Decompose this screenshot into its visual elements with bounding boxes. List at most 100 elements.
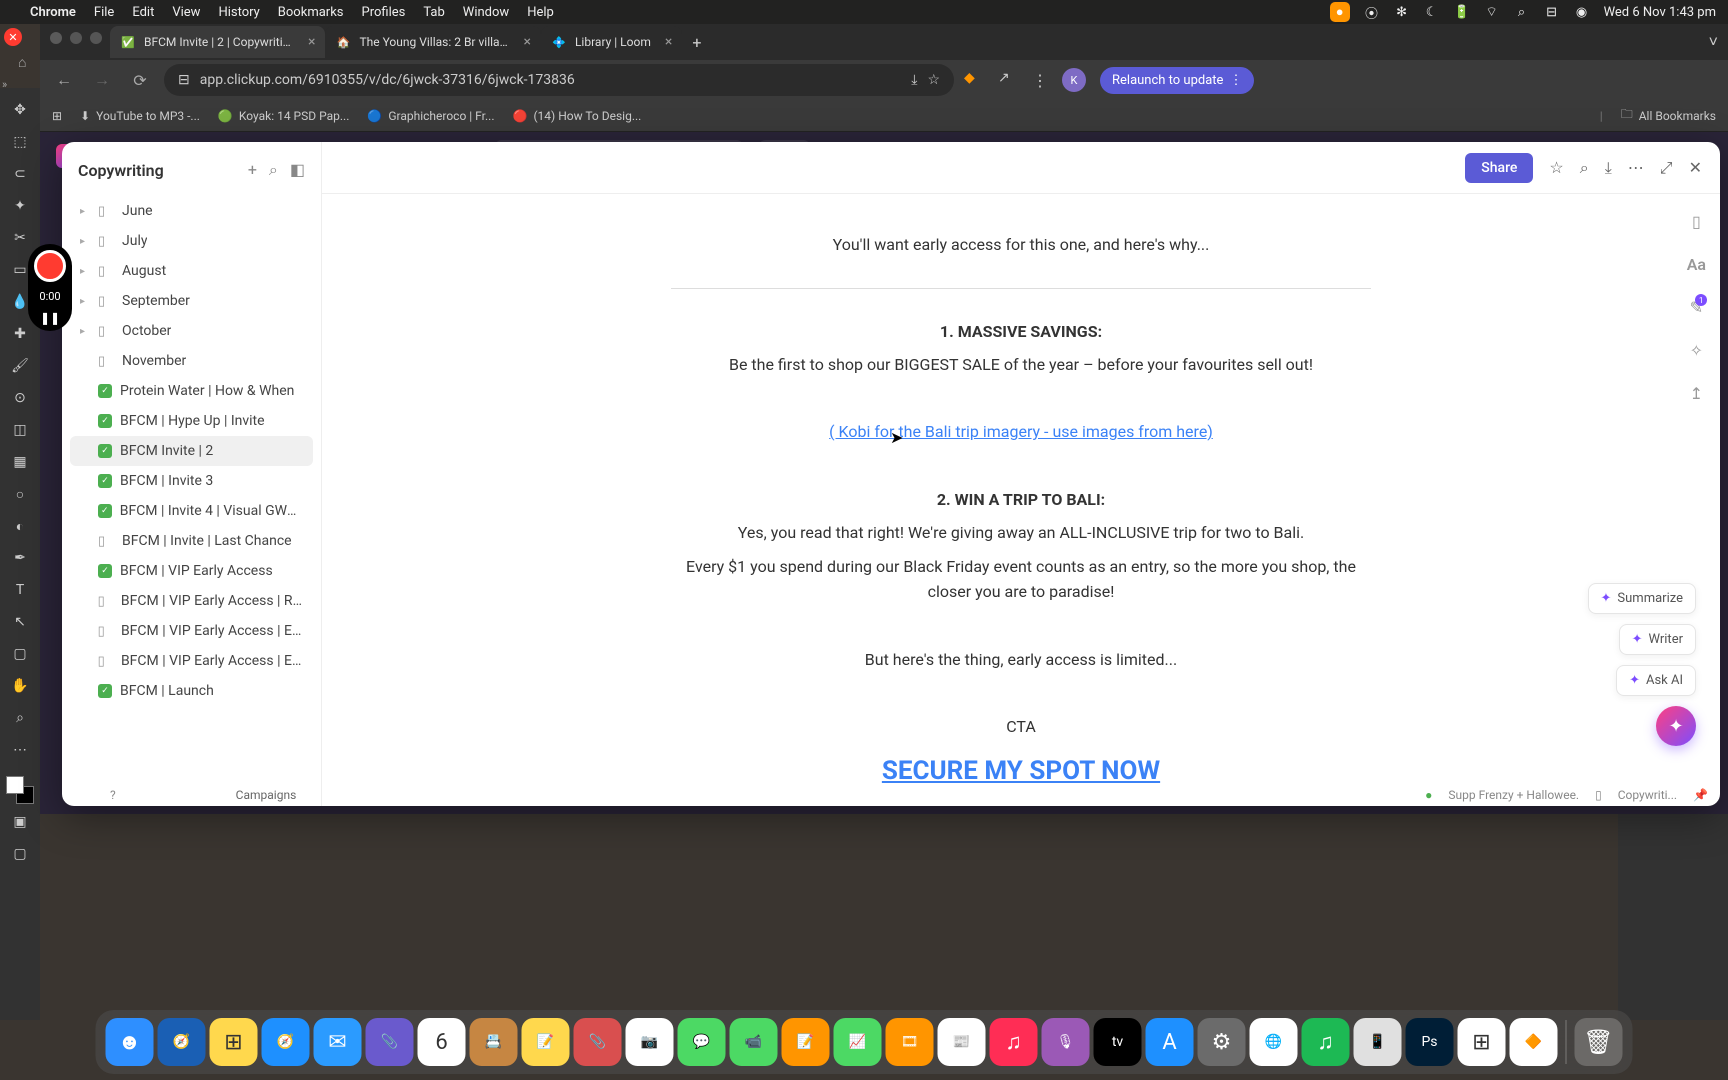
help-icon[interactable]: ? — [110, 788, 116, 802]
ps-hand-tool-icon[interactable]: ✋ — [6, 672, 34, 700]
address-bar[interactable]: ⊟ app.clickup.com/6910355/v/dc/6jwck-373… — [164, 64, 954, 96]
ps-shape-tool-icon[interactable]: ▢ — [6, 640, 34, 668]
menubar-icon-settings[interactable]: ✻ — [1394, 4, 1410, 20]
ps-quickmask-icon[interactable]: ▣ — [6, 808, 34, 836]
dock-app-icon[interactable]: ⊞ — [1458, 1018, 1506, 1066]
record-stop-icon[interactable] — [34, 250, 66, 282]
dock-app-icon[interactable]: 🧭 — [158, 1018, 206, 1066]
siri-icon[interactable]: ◉ — [1574, 4, 1590, 20]
ai-fab-button[interactable]: ✦ — [1656, 706, 1696, 746]
search-doc-icon[interactable]: ⌕ — [1580, 158, 1589, 178]
menubar-icon-1[interactable]: ⦿ — [1364, 4, 1380, 20]
sidebar-item[interactable]: ▯November — [70, 346, 313, 376]
ps-zoom-tool-icon[interactable]: ⌕ — [6, 704, 34, 732]
chrome-tab-2[interactable]: 🏠 The Young Villas: 2 Br villa in × — [325, 26, 540, 58]
dock-app-icon[interactable]: 📝 — [782, 1018, 830, 1066]
sidebar-item[interactable]: ✓BFCM | Invite 4 | Visual GWP's — [70, 496, 313, 526]
ps-dodge-tool-icon[interactable]: ◐ — [6, 512, 34, 540]
sidebar-item[interactable]: ✓BFCM | Invite 3 — [70, 466, 313, 496]
window-maximize-icon[interactable] — [90, 32, 102, 44]
ps-path-tool-icon[interactable]: ↖ — [6, 608, 34, 636]
dock-app-icon[interactable]: ✉ — [314, 1018, 362, 1066]
wifi-icon[interactable]: ⌔ — [1484, 4, 1500, 20]
install-app-icon[interactable]: ⤓ — [911, 72, 917, 88]
extensions-icon[interactable]: ⋮ — [1032, 71, 1048, 90]
relaunch-button[interactable]: Relaunch to update⋮ — [1100, 67, 1254, 94]
ps-brush-tool-icon[interactable]: 🖌 — [6, 352, 34, 380]
dock-app-icon[interactable]: 📱 — [1354, 1018, 1402, 1066]
rail-sparkle-icon[interactable]: ✧ — [1690, 341, 1703, 360]
more-icon[interactable]: ⋯ — [1628, 158, 1644, 177]
window-close-badge[interactable]: ✕ — [4, 28, 22, 46]
sidebar-item[interactable]: ▯BFCM | VIP Early Access | En... — [70, 616, 313, 646]
share-button[interactable]: Share — [1465, 153, 1533, 183]
tab-close-icon[interactable]: × — [308, 34, 315, 50]
dock-app-icon[interactable]: 📝 — [522, 1018, 570, 1066]
pause-icon[interactable]: ❚❚ — [40, 311, 60, 325]
ps-color-swatches[interactable] — [6, 776, 34, 804]
sidebar-item[interactable]: ✓BFCM Invite | 2 — [70, 436, 313, 466]
sidebar-search-icon[interactable]: ⌕ — [269, 160, 278, 180]
mic-recording-icon[interactable]: ● — [1330, 2, 1350, 22]
loom-recorder[interactable]: 0:00 ❚❚ — [28, 244, 72, 331]
tabs-dropdown-icon[interactable]: ˅ — [1709, 32, 1718, 52]
dock-app-icon[interactable]: tv — [1094, 1018, 1142, 1066]
sidebar-item[interactable]: ✓BFCM | Hype Up | Invite — [70, 406, 313, 436]
sidebar-item[interactable]: ✓BFCM | VIP Early Access — [70, 556, 313, 586]
control-center-icon[interactable]: ⊟ — [1544, 4, 1560, 20]
doc-link-kobi[interactable]: ( Kobi for the Bali trip imagery - use i… — [829, 422, 1213, 441]
sidebar-item[interactable]: ▸▯June — [70, 196, 313, 226]
menu-tab[interactable]: Tab — [423, 5, 444, 20]
bookmark-3[interactable]: 🔵Graphicheroco | Fr... — [367, 109, 494, 123]
ps-move-tool-icon[interactable]: ✥ — [6, 96, 34, 124]
dock-app-icon[interactable]: 🔶 — [1510, 1018, 1558, 1066]
back-button[interactable]: ← — [50, 66, 78, 94]
dock-app-icon[interactable]: 📇 — [470, 1018, 518, 1066]
menubar-datetime[interactable]: Wed 6 Nov 1:43 pm — [1604, 5, 1716, 20]
all-bookmarks-button[interactable]: 🗀All Bookmarks — [1621, 105, 1716, 126]
sidebar-list[interactable]: ▸▯June▸▯July▸▯August▸▯September▸▯October… — [62, 192, 321, 806]
menu-edit[interactable]: Edit — [132, 5, 154, 20]
menu-window[interactable]: Window — [463, 5, 509, 20]
bookmark-1[interactable]: ⬇YouTube to MP3 -... — [80, 109, 200, 123]
dock-app-icon[interactable]: Ps — [1406, 1018, 1454, 1066]
spotlight-icon[interactable]: ⌕ — [1514, 4, 1530, 20]
ps-blur-tool-icon[interactable]: ○ — [6, 480, 34, 508]
sidebar-item[interactable]: ✓Protein Water | How & When — [70, 376, 313, 406]
sidebar-item[interactable]: ▸▯August — [70, 256, 313, 286]
dock-app-icon[interactable]: A — [1146, 1018, 1194, 1066]
menu-help[interactable]: Help — [527, 5, 554, 20]
menu-file[interactable]: File — [94, 5, 114, 20]
sidebar-item[interactable]: ▸▯July — [70, 226, 313, 256]
sidebar-item[interactable]: ▸▯October — [70, 316, 313, 346]
home-tab-icon[interactable]: ⌂ — [18, 54, 26, 71]
breadcrumb-item-2[interactable]: Copywriti... — [1618, 788, 1677, 802]
extension-icon-2[interactable]: ↗ — [998, 70, 1018, 90]
chrome-tab-1[interactable]: ✅ BFCM Invite | 2 | Copywriting × — [110, 26, 325, 58]
dock-app-icon[interactable]: ☻ — [106, 1018, 154, 1066]
dock-app-icon[interactable]: 📎 — [574, 1018, 622, 1066]
rail-text-icon[interactable]: Aa — [1687, 255, 1706, 274]
ps-eraser-tool-icon[interactable]: ◫ — [6, 416, 34, 444]
ps-type-tool-icon[interactable]: T — [6, 576, 34, 604]
profile-avatar[interactable]: K — [1062, 68, 1086, 92]
dock-trash-icon[interactable]: 🗑 — [1575, 1018, 1623, 1066]
tab-close-icon[interactable]: × — [665, 34, 672, 50]
new-tab-button[interactable]: + — [682, 33, 711, 52]
extension-icon-1[interactable]: ◆ — [964, 70, 984, 90]
ps-marquee-tool-icon[interactable]: ⬚ — [6, 128, 34, 156]
site-info-icon[interactable]: ⊟ — [178, 72, 190, 88]
sidebar-item[interactable]: ▯BFCM | Invite | Last Chance — [70, 526, 313, 556]
star-icon[interactable]: ☆ — [1549, 158, 1563, 177]
forward-button[interactable]: → — [88, 66, 116, 94]
ps-lasso-tool-icon[interactable]: ⊂ — [6, 160, 34, 188]
summarize-button[interactable]: ✦Summarize — [1588, 583, 1696, 614]
ask-ai-button[interactable]: ✦Ask AI — [1616, 665, 1696, 696]
ps-gradient-tool-icon[interactable]: ▦ — [6, 448, 34, 476]
dock-app-icon[interactable]: 6 — [418, 1018, 466, 1066]
ps-heal-tool-icon[interactable]: ✚ — [6, 320, 34, 348]
sidebar-toggle-icon[interactable]: ◧ — [290, 160, 305, 180]
chrome-tab-3[interactable]: 💠 Library | Loom × — [541, 26, 682, 58]
do-not-disturb-icon[interactable]: ☾ — [1424, 4, 1440, 20]
dock-app-icon[interactable]: 🎙 — [1042, 1018, 1090, 1066]
